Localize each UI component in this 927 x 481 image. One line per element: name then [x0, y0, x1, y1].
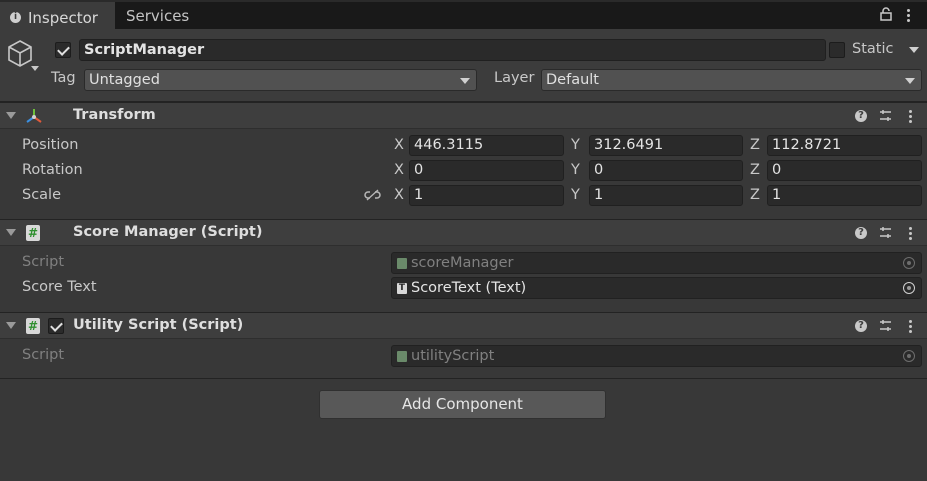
score-manager-script-label: Script [22, 254, 65, 270]
scale-y-axis[interactable]: Y [571, 187, 580, 203]
tab-bar-top-line [0, 0, 927, 2]
info-icon: i [10, 12, 21, 23]
score-manager-menu-kebab-icon[interactable] [909, 227, 912, 230]
rotation-x-axis[interactable]: X [394, 162, 404, 178]
transform-axes-icon [26, 109, 42, 123]
rotation-label: Rotation [22, 162, 83, 178]
scale-y-field[interactable]: 1 [589, 185, 743, 206]
utility-script-enabled-checkbox[interactable] [48, 318, 64, 334]
tab-bar: i Inspector Services [0, 0, 927, 29]
score-text-picker-icon[interactable] [903, 282, 915, 294]
tag-dropdown-arrow-icon [460, 78, 470, 84]
position-z-field[interactable]: 112.8721 [767, 135, 922, 156]
icon-dropdown-arrow-icon[interactable] [31, 66, 39, 71]
scale-label: Scale [22, 187, 62, 203]
position-z-axis[interactable]: Z [750, 137, 760, 153]
score-manager-script-value: scoreManager [411, 255, 514, 271]
transform-title: Transform [73, 107, 156, 123]
gameobject-cube-icon[interactable] [6, 39, 34, 69]
position-x-field[interactable]: 446.3115 [409, 135, 564, 156]
static-checkbox[interactable] [829, 42, 845, 58]
scale-x-axis[interactable]: X [394, 187, 404, 203]
active-checkbox[interactable] [55, 42, 71, 58]
layer-dropdown-arrow-icon [905, 78, 915, 84]
rotation-z-axis[interactable]: Z [750, 162, 760, 178]
transform-foldout-icon[interactable] [6, 112, 16, 119]
score-manager-header[interactable]: # Score Manager (Script) ? [0, 219, 927, 246]
position-label: Position [22, 137, 79, 153]
tab-inspector-label: Inspector [28, 9, 98, 27]
constrain-proportions-icon[interactable] [364, 189, 381, 201]
static-dropdown-arrow-icon[interactable] [909, 47, 919, 53]
layer-label: Layer [494, 70, 535, 86]
rotation-z-field[interactable]: 0 [767, 160, 922, 181]
tab-menu-kebab-icon[interactable] [907, 9, 910, 12]
scale-z-field[interactable]: 1 [767, 185, 922, 206]
lock-icon[interactable] [880, 7, 892, 21]
scale-x-field[interactable]: 1 [409, 185, 564, 206]
score-manager-foldout-icon[interactable] [6, 229, 16, 236]
transform-help-icon[interactable]: ? [855, 110, 867, 122]
static-label: Static [852, 41, 894, 57]
csharp-script-icon: # [26, 225, 40, 241]
rotation-y-axis[interactable]: Y [571, 162, 580, 178]
score-text-label: Score Text [22, 279, 97, 295]
utility-script-header[interactable]: # Utility Script (Script) ? [0, 312, 927, 339]
tag-label: Tag [51, 70, 76, 86]
script-file-icon [397, 258, 407, 269]
layer-value: Default [546, 72, 599, 88]
transform-presets-icon[interactable] [879, 109, 892, 122]
utility-script-menu-kebab-icon[interactable] [909, 320, 912, 323]
components-divider [0, 378, 927, 379]
object-header: ScriptManager Static Tag Untagged Layer … [0, 29, 927, 102]
rotation-x-field[interactable]: 0 [409, 160, 564, 181]
utility-script-script-field: utilityScript [391, 345, 922, 367]
scale-z-axis[interactable]: Z [750, 187, 760, 203]
tab-services[interactable]: Services [126, 7, 189, 25]
position-y-axis[interactable]: Y [571, 137, 580, 153]
score-text-value: ScoreText (Text) [411, 280, 527, 296]
utility-script-title: Utility Script (Script) [73, 317, 244, 333]
utility-script-help-icon[interactable]: ? [855, 320, 867, 332]
score-manager-title: Score Manager (Script) [73, 224, 263, 240]
score-text-field[interactable]: T ScoreText (Text) [391, 277, 922, 299]
layer-dropdown[interactable]: Default [541, 69, 922, 91]
tag-dropdown[interactable]: Untagged [84, 69, 477, 91]
transform-header[interactable]: Transform ? [0, 102, 927, 129]
score-manager-help-icon[interactable]: ? [855, 227, 867, 239]
script-file-icon [397, 351, 407, 362]
utility-script-presets-icon[interactable] [879, 319, 892, 332]
position-y-field[interactable]: 312.6491 [589, 135, 743, 156]
script-picker-icon [903, 350, 915, 362]
score-manager-script-field: scoreManager [391, 252, 922, 274]
script-picker-icon [903, 257, 915, 269]
tab-inspector[interactable]: i Inspector [0, 2, 115, 29]
rotation-y-field[interactable]: 0 [589, 160, 743, 181]
add-component-button[interactable]: Add Component [319, 390, 606, 419]
score-manager-presets-icon[interactable] [879, 226, 892, 239]
object-name-field[interactable]: ScriptManager [79, 39, 826, 61]
transform-menu-kebab-icon[interactable] [909, 110, 912, 113]
utility-script-script-value: utilityScript [411, 348, 495, 364]
csharp-script-icon: # [26, 318, 40, 334]
text-component-icon: T [397, 283, 407, 294]
utility-script-foldout-icon[interactable] [6, 322, 16, 329]
tag-value: Untagged [89, 72, 160, 88]
position-x-axis[interactable]: X [394, 137, 404, 153]
utility-script-script-label: Script [22, 347, 65, 363]
